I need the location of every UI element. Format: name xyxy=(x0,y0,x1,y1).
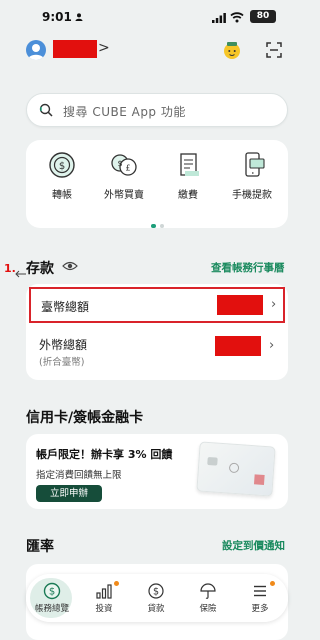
quick-action-label: 外幣買賣 xyxy=(104,190,144,201)
bottom-nav: $ 帳務總覽 投資 $ 貸款 保險 更多 xyxy=(26,574,288,622)
nav-insurance[interactable]: 保險 xyxy=(182,574,234,622)
fx-section-title: 匯率 xyxy=(26,539,54,555)
signal-icon xyxy=(212,13,226,23)
quick-action-label: 轉帳 xyxy=(52,190,72,201)
user-avatar-icon xyxy=(28,44,44,60)
account-calendar-link[interactable]: 查看帳務行事曆 xyxy=(211,260,285,275)
redacted-foreign-total xyxy=(215,336,261,356)
quick-action-mobile-withdraw[interactable]: 手機提款 xyxy=(226,150,278,210)
chart-icon xyxy=(96,584,112,599)
quick-action-label: 手機提款 xyxy=(232,190,272,201)
nav-loan[interactable]: $ 貸款 xyxy=(130,574,182,622)
nav-more[interactable]: 更多 xyxy=(234,574,286,622)
quick-action-transfer[interactable]: $ 轉帳 xyxy=(36,150,88,210)
scan-icon[interactable] xyxy=(266,42,282,58)
quick-actions-card: $ 轉帳 $ £ 外幣買賣 繳費 手機提款 xyxy=(26,140,288,228)
deposit-card: 臺幣總額 › 外幣總額 (折合臺幣) › xyxy=(26,284,288,380)
deposit-section-title: 存款 xyxy=(26,261,54,277)
wifi-icon xyxy=(230,12,244,23)
avatar[interactable] xyxy=(26,40,46,60)
svg-text:$: $ xyxy=(153,587,159,598)
search-icon xyxy=(39,103,53,117)
chevron-right-icon: › xyxy=(271,297,277,312)
quick-action-pay-bill[interactable]: 繳費 xyxy=(162,150,214,210)
search-bar[interactable]: 搜尋 CUBE App 功能 xyxy=(26,93,288,127)
mascot-icon[interactable] xyxy=(222,40,242,60)
credit-card-promo-banner[interactable]: 帳戶限定！辦卡享 3% 回饋 指定消費回饋無上限 立即申辦 xyxy=(26,434,288,509)
redacted-user-name xyxy=(53,40,97,58)
carousel-dot[interactable] xyxy=(159,224,164,228)
credit-card-section-title: 信用卡/簽帳金融卡 xyxy=(26,410,144,426)
svg-text:$: $ xyxy=(117,159,122,168)
mobile-withdraw-icon xyxy=(245,152,265,177)
notification-dot xyxy=(270,581,275,586)
credit-card-image xyxy=(196,441,276,497)
rate-alert-link[interactable]: 設定到價通知 xyxy=(222,538,285,553)
nav-label: 貸款 xyxy=(147,604,165,614)
apply-now-button[interactable]: 立即申辦 xyxy=(36,485,102,502)
foreign-total-row[interactable]: 外幣總額 (折合臺幣) › xyxy=(29,332,285,372)
nav-account-overview[interactable]: $ 帳務總覽 xyxy=(26,574,78,622)
loan-icon: $ xyxy=(148,583,164,599)
status-bar: 9:01 80 xyxy=(0,0,304,34)
foreign-total-sub: (折合臺幣) xyxy=(39,357,85,368)
redacted-twd-total xyxy=(217,295,263,315)
umbrella-icon xyxy=(200,583,216,599)
twd-total-label: 臺幣總額 xyxy=(41,300,90,314)
nav-invest[interactable]: 投資 xyxy=(78,574,130,622)
nav-label: 更多 xyxy=(251,604,269,614)
chevron-right-icon: › xyxy=(269,338,275,353)
annotation-arrow-icon xyxy=(15,270,26,278)
nav-label: 帳務總覽 xyxy=(34,604,69,614)
person-icon xyxy=(75,13,83,21)
svg-text:$: $ xyxy=(59,161,65,172)
notification-dot xyxy=(114,581,119,586)
promo-subtext: 指定消費回饋無上限 xyxy=(36,470,122,481)
nav-label: 投資 xyxy=(95,604,113,614)
quick-action-label: 繳費 xyxy=(178,190,198,201)
battery-indicator: 80 xyxy=(250,10,276,23)
dollar-circle-icon: $ xyxy=(43,582,61,600)
nav-label: 保險 xyxy=(199,604,217,614)
svg-text:£: £ xyxy=(125,164,130,173)
twd-total-row[interactable]: 臺幣總額 › xyxy=(29,287,285,323)
quick-action-fx-trade[interactable]: $ £ 外幣買賣 xyxy=(98,150,150,210)
profile-chevron[interactable]: > xyxy=(98,40,110,56)
status-time: 9:01 xyxy=(42,10,72,24)
menu-icon xyxy=(254,585,266,597)
currency-exchange-icon: $ £ xyxy=(111,154,137,176)
svg-text:$: $ xyxy=(49,587,55,598)
promo-headline: 帳戶限定！辦卡享 3% 回饋 xyxy=(36,448,173,461)
eye-icon[interactable] xyxy=(62,260,78,272)
dollar-transfer-icon: $ xyxy=(49,152,75,178)
bill-icon xyxy=(180,153,199,176)
foreign-total-label: 外幣總額 xyxy=(39,338,88,352)
carousel-dots[interactable] xyxy=(26,213,288,228)
carousel-dot-active[interactable] xyxy=(150,224,156,228)
search-placeholder: 搜尋 CUBE App 功能 xyxy=(63,105,186,119)
